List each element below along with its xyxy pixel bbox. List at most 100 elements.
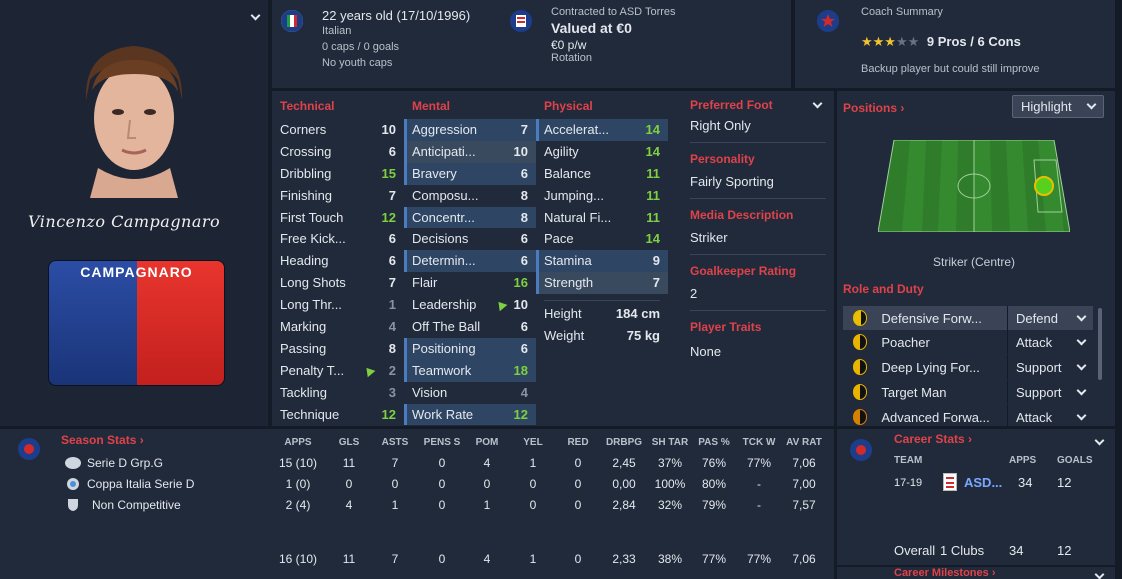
career-team-link[interactable]: ASD... xyxy=(964,475,1002,490)
coach-summary-text: Backup player but could still improve xyxy=(861,63,1040,75)
value-text: Valued at €0 xyxy=(551,20,632,36)
attr-row: Natural Fi... 11 xyxy=(544,209,660,225)
attr-row: Pace 14 xyxy=(544,231,660,247)
career-milestones-link[interactable]: Career Milestones › xyxy=(894,568,995,579)
duty-dropdown[interactable]: Attack xyxy=(1007,405,1093,429)
duty-dropdown[interactable]: Attack xyxy=(1007,330,1093,354)
attr-row: Accelerat... 14 xyxy=(536,119,668,141)
profile-menu-chevron-icon[interactable] xyxy=(250,10,261,21)
attr-row: Flair 16 xyxy=(412,275,528,291)
attr-row: Finishing 7 xyxy=(280,187,396,203)
coach-badge-icon xyxy=(817,10,839,32)
table-row[interactable]: Serie D Grp.G 15 (10) 11 7 0 4 1 0 2,45 … xyxy=(0,456,830,477)
player-traits-value: None xyxy=(690,344,722,359)
player-profile-panel: Vincenzo Campagnaro CAMPAGNARO xyxy=(0,0,268,426)
highlight-dropdown-label: Highlight xyxy=(1021,99,1072,114)
chevron-down-icon xyxy=(1086,99,1097,110)
physical-header: Physical xyxy=(544,99,593,113)
duty-dropdown[interactable]: Support xyxy=(1007,380,1093,404)
attr-row: Bravery 6 xyxy=(404,162,536,185)
player-face-image xyxy=(85,46,183,198)
wage-text: €0 p/w xyxy=(551,38,587,52)
player-details: Preferred Foot Right Only Personality Fa… xyxy=(690,98,826,359)
season-total-row: 16 (10) 11 7 0 4 1 0 2,33 38% 77% 77% 7,… xyxy=(278,552,816,566)
role-ability-icon xyxy=(853,359,868,375)
role-row[interactable]: Poacher Attack xyxy=(843,330,1093,354)
table-row[interactable]: Coppa Italia Serie D 1 (0) 0 0 0 0 0 0 0… xyxy=(0,477,830,498)
career-col-team: TEAM xyxy=(894,455,923,466)
pros-cons-text: 9 Pros / 6 Cons xyxy=(926,34,1021,49)
club-badge-icon xyxy=(510,10,532,32)
attr-row: Work Rate 12 xyxy=(404,403,536,426)
weight-row: Weight 75 kg xyxy=(544,328,660,344)
career-overall-goals: 12 xyxy=(1057,543,1072,558)
career-col-goals: GOALS xyxy=(1057,455,1093,466)
position-pitch xyxy=(878,140,1070,232)
milestones-chevron-icon[interactable] xyxy=(1094,569,1105,579)
role-row[interactable]: Target Man Support xyxy=(843,380,1093,404)
personality-label: Personality xyxy=(690,152,755,166)
attr-row: Free Kick... 6 xyxy=(280,231,396,247)
chevron-down-icon xyxy=(1076,410,1087,420)
career-stats-link[interactable]: Career Stats › xyxy=(894,432,972,446)
squad-status-text: Rotation xyxy=(551,52,592,64)
shield-icon xyxy=(64,498,82,515)
attr-row: Dribbling 15 xyxy=(280,165,396,181)
career-clubs-count: 1 Clubs xyxy=(940,543,985,558)
personality-value: Fairly Sporting xyxy=(690,174,774,189)
role-duty-title: Role and Duty xyxy=(843,282,924,296)
attr-row: Determin... 6 xyxy=(404,250,536,273)
positions-link[interactable]: Positions › xyxy=(843,101,904,115)
season-stats-header: APPS GLS ASTS PENS S POM YEL RED DRBPG S… xyxy=(284,437,822,448)
role-row[interactable]: Deep Lying For... Support xyxy=(843,355,1093,379)
attr-row: Penalty T... 2 xyxy=(280,362,396,378)
technical-attributes: Technical Corners 10 Crossing 6 Dribbling 1… xyxy=(272,99,404,425)
duty-dropdown[interactable]: Support xyxy=(1007,355,1093,379)
table-row[interactable]: Non Competitive 2 (4) 4 1 0 1 0 0 2,84 3… xyxy=(0,498,830,519)
chevron-down-icon xyxy=(1076,311,1087,321)
role-row[interactable]: Advanced Forwa... Attack xyxy=(843,405,1093,429)
personal-info-panel: 22 years old (17/10/1996) Italian 0 caps… xyxy=(272,0,532,88)
media-description-label: Media Description xyxy=(690,208,794,222)
striker-position-marker xyxy=(1034,176,1054,196)
chevron-down-icon xyxy=(1076,335,1087,345)
attr-row: Crossing 6 xyxy=(280,143,396,159)
season-stats-panel: Season Stats › APPS GLS ASTS PENS S POM … xyxy=(0,429,834,579)
player-signature: Vincenzo Campagnaro xyxy=(28,212,221,231)
contracted-text: Contracted to ASD Torres xyxy=(551,6,676,18)
role-ability-icon xyxy=(853,310,868,326)
media-description-value: Striker xyxy=(690,230,728,245)
highlight-dropdown[interactable]: Highlight xyxy=(1012,95,1104,118)
role-ability-icon xyxy=(853,384,868,400)
attr-row: Off The Ball 6 xyxy=(412,319,528,335)
improving-arrow-icon xyxy=(362,364,376,378)
attr-row: Technique 12 xyxy=(280,406,396,422)
mental-attributes: Mental Aggression 7 Anticipati... 10 Brave… xyxy=(404,99,536,426)
physical-attributes: Physical Accelerat... 14 Agility 14 Balanc… xyxy=(536,99,668,347)
club-crest-icon xyxy=(943,473,957,491)
role-row[interactable]: Defensive Forw... Defend xyxy=(843,306,1093,330)
career-menu-chevron-icon[interactable] xyxy=(1094,435,1105,446)
technical-header: Technical xyxy=(280,99,335,113)
career-badge-icon xyxy=(850,439,872,461)
duty-dropdown[interactable]: Defend xyxy=(1007,306,1093,330)
attr-row: Stamina 9 xyxy=(536,250,668,273)
career-apps: 34 xyxy=(1018,475,1033,490)
attr-row: Tackling 3 xyxy=(280,384,396,400)
attr-row: Teamwork 18 xyxy=(404,359,536,382)
improving-arrow-icon xyxy=(494,298,508,312)
position-name-text: Striker (Centre) xyxy=(933,255,1016,269)
chevron-down-icon xyxy=(1076,360,1087,370)
contract-panel: Contracted to ASD Torres Valued at €0 €0… xyxy=(501,0,791,88)
role-ability-icon xyxy=(853,334,868,350)
youth-caps-text: No youth caps xyxy=(322,57,393,69)
attr-row: Anticipati... 10 xyxy=(404,140,536,163)
attr-row: Agility 14 xyxy=(544,143,660,159)
career-stats-panel: Career Stats › TEAM APPS GOALS 17-19 ASD… xyxy=(837,429,1115,565)
attr-row: Aggression 7 xyxy=(404,119,536,141)
roles-scrollbar[interactable] xyxy=(1098,308,1102,380)
rating-stars-filled: ★★★ xyxy=(861,34,896,49)
attr-row: Marking 4 xyxy=(280,319,396,335)
coach-summary-panel: Coach Summary ★★★★★ 9 Pros / 6 Cons Back… xyxy=(795,0,1115,88)
player-kit-shirt: CAMPAGNARO xyxy=(48,260,225,386)
